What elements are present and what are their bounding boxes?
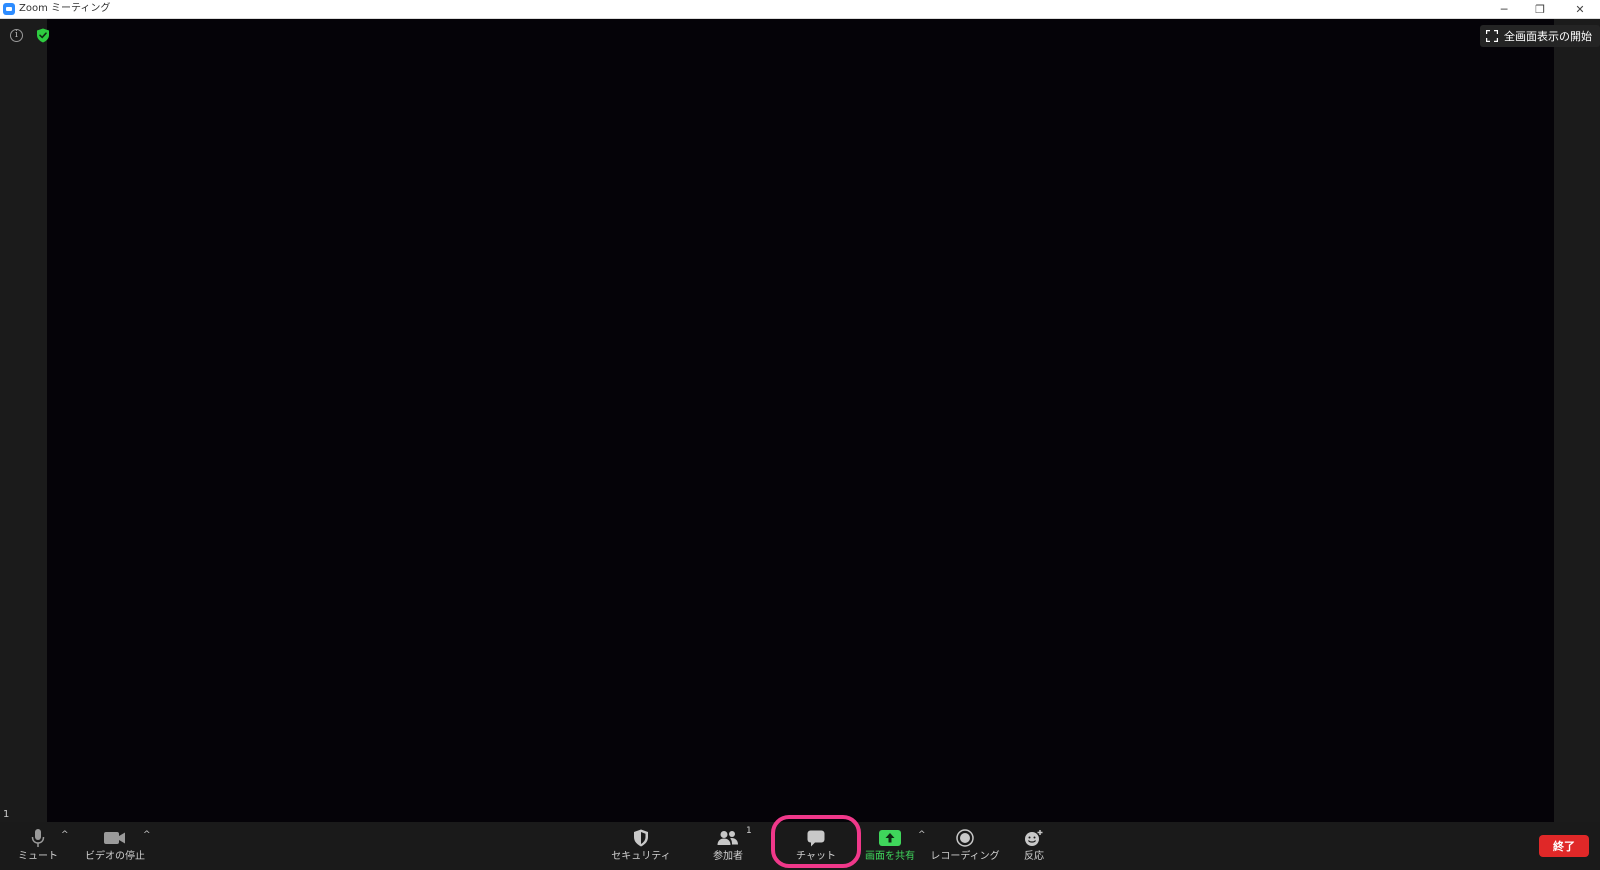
share-screen-button[interactable]: 画面を共有 xyxy=(862,822,918,870)
window-title: Zoom ミーティング xyxy=(19,3,111,14)
shield-icon xyxy=(629,827,653,849)
meeting-info-icon[interactable]: i xyxy=(10,29,23,42)
restore-button[interactable]: ❐ xyxy=(1522,0,1558,18)
record-label: レコーディング xyxy=(930,851,1000,862)
expand-icon xyxy=(1486,30,1498,42)
end-meeting-button[interactable]: 終了 xyxy=(1539,835,1589,857)
page-number: 1 xyxy=(3,809,10,820)
mute-button[interactable]: ミュート xyxy=(18,822,58,870)
record-button[interactable]: レコーディング xyxy=(930,822,1000,870)
participants-button[interactable]: 1 参加者 xyxy=(708,822,752,870)
security-button[interactable]: セキュリティ xyxy=(611,822,671,870)
zoom-app-icon xyxy=(3,3,15,15)
meeting-main-area: i 全画面表示の開始 1 xyxy=(0,19,1600,822)
share-label: 画面を共有 xyxy=(865,851,915,862)
fullscreen-label: 全画面表示の開始 xyxy=(1504,30,1592,43)
video-area xyxy=(47,19,1554,822)
video-camera-icon xyxy=(103,827,127,849)
reactions-label: 反応 xyxy=(1024,851,1044,862)
microphone-icon xyxy=(26,827,50,849)
audio-options-caret[interactable]: ^ xyxy=(61,830,69,840)
smiley-add-icon xyxy=(1022,827,1046,849)
security-label: セキュリティ xyxy=(611,851,671,862)
participants-label: 参加者 xyxy=(713,851,743,862)
window-titlebar: Zoom ミーティング ─ ❐ ✕ xyxy=(0,0,1600,19)
mute-label: ミュート xyxy=(18,851,58,862)
close-button[interactable]: ✕ xyxy=(1562,0,1598,18)
chat-highlight-annotation xyxy=(771,815,861,868)
share-screen-icon xyxy=(878,827,902,849)
video-options-caret[interactable]: ^ xyxy=(143,830,151,840)
minimize-icon: ─ xyxy=(1500,2,1508,16)
record-icon xyxy=(953,827,977,849)
close-icon: ✕ xyxy=(1575,2,1585,16)
share-options-caret[interactable]: ^ xyxy=(918,830,926,840)
stop-video-button[interactable]: ビデオの停止 xyxy=(85,822,145,870)
reactions-button[interactable]: 反応 xyxy=(1020,822,1048,870)
participants-count: 1 xyxy=(746,826,752,836)
people-icon: 1 xyxy=(716,826,752,849)
restore-icon: ❐ xyxy=(1535,2,1545,16)
fullscreen-button[interactable]: 全画面表示の開始 xyxy=(1480,25,1600,47)
video-label: ビデオの停止 xyxy=(85,851,145,862)
minimize-button[interactable]: ─ xyxy=(1486,0,1522,18)
encryption-shield-icon[interactable] xyxy=(36,28,50,43)
